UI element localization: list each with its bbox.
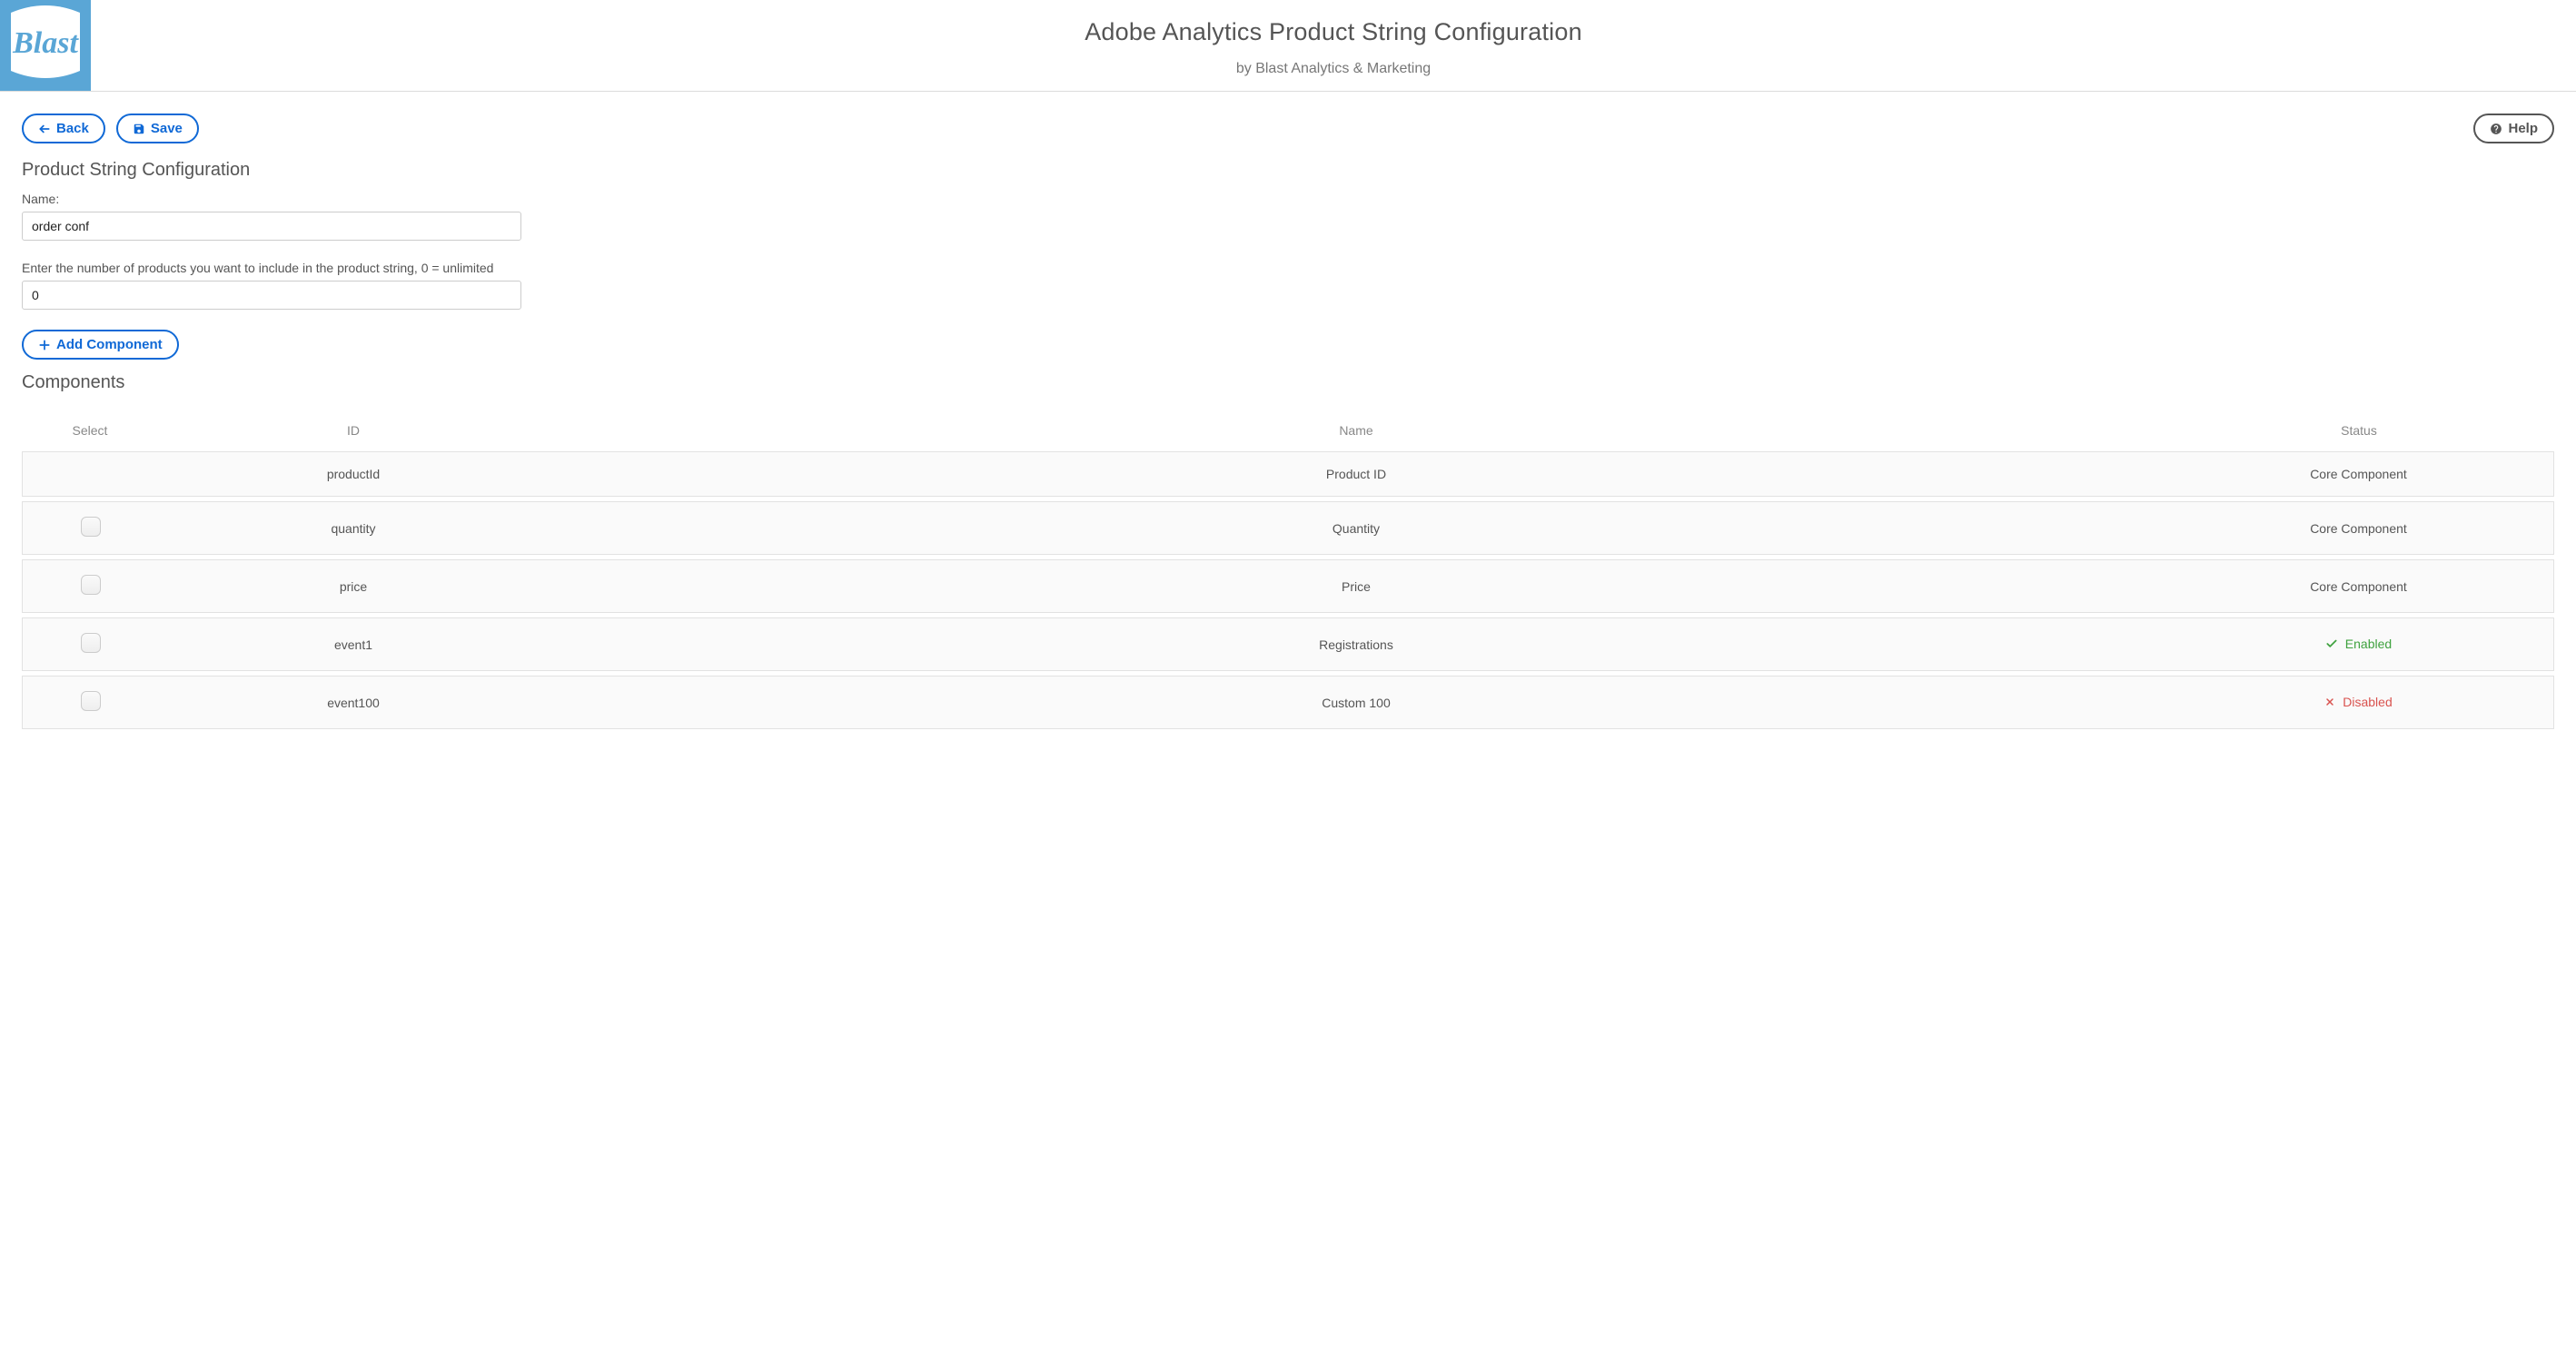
blast-logo-icon: Blast (0, 0, 91, 91)
back-button[interactable]: Back (22, 114, 105, 143)
add-component-label: Add Component (56, 338, 163, 351)
cell-id: price (158, 559, 549, 613)
product-count-input[interactable] (22, 281, 521, 310)
table-row: productIdProduct ID Core Component (22, 451, 2554, 497)
header-bar: Blast Adobe Analytics Product String Con… (0, 0, 2576, 92)
x-icon (2324, 696, 2335, 707)
cell-select (22, 501, 158, 555)
cell-name: Custom 100 (549, 676, 2164, 729)
header-titles: Adobe Analytics Product String Configura… (91, 2, 2576, 90)
save-icon (133, 123, 145, 135)
col-header-name: Name (549, 409, 2164, 447)
col-header-id: ID (158, 409, 549, 447)
name-input[interactable] (22, 212, 521, 241)
status-core: Core Component (2310, 579, 2407, 594)
toolbar: Back Save Help (22, 114, 2554, 143)
row-checkbox[interactable] (81, 691, 101, 711)
back-button-label: Back (56, 122, 89, 135)
components-table: Select ID Name Status productIdProduct I… (22, 404, 2554, 734)
cell-select (22, 559, 158, 613)
row-checkbox[interactable] (81, 575, 101, 595)
cell-select (22, 617, 158, 671)
cell-id: quantity (158, 501, 549, 555)
add-component-button[interactable]: Add Component (22, 330, 179, 360)
table-row: event1Registrations Enabled (22, 617, 2554, 671)
name-field-label: Name: (22, 192, 2554, 206)
save-button-label: Save (151, 122, 183, 135)
content-area: Back Save Help Product String Configurat… (0, 92, 2576, 756)
cell-name: Product ID (549, 451, 2164, 497)
cell-name: Quantity (549, 501, 2164, 555)
brand-logo: Blast (0, 0, 91, 91)
table-header-row: Select ID Name Status (22, 409, 2554, 447)
cell-status: Disabled (2164, 676, 2554, 729)
col-header-status: Status (2164, 409, 2554, 447)
page-subtitle: by Blast Analytics & Marketing (91, 61, 2576, 77)
status-disabled: Disabled (2324, 695, 2392, 709)
cell-status: Core Component (2164, 559, 2554, 613)
help-button[interactable]: Help (2473, 114, 2554, 143)
cell-name: Registrations (549, 617, 2164, 671)
row-checkbox[interactable] (81, 633, 101, 653)
cell-select (22, 451, 158, 497)
config-section-heading: Product String Configuration (22, 160, 2554, 181)
cell-name: Price (549, 559, 2164, 613)
page-title: Adobe Analytics Product String Configura… (91, 18, 2576, 46)
product-count-label: Enter the number of products you want to… (22, 261, 2554, 275)
status-enabled: Enabled (2325, 637, 2392, 651)
cell-status: Core Component (2164, 451, 2554, 497)
table-row: quantityQuantity Core Component (22, 501, 2554, 555)
components-section-heading: Components (22, 372, 2554, 393)
question-icon (2490, 123, 2502, 135)
plus-icon (38, 339, 51, 351)
cell-id: event1 (158, 617, 549, 671)
row-checkbox[interactable] (81, 517, 101, 537)
table-row: event100Custom 100 Disabled (22, 676, 2554, 729)
cell-status: Enabled (2164, 617, 2554, 671)
cell-id: productId (158, 451, 549, 497)
status-text: Disabled (2343, 695, 2392, 709)
table-row: pricePrice Core Component (22, 559, 2554, 613)
cell-id: event100 (158, 676, 549, 729)
cell-select (22, 676, 158, 729)
status-core: Core Component (2310, 521, 2407, 536)
cell-status: Core Component (2164, 501, 2554, 555)
status-text: Enabled (2345, 637, 2392, 651)
arrow-left-icon (38, 123, 51, 135)
save-button[interactable]: Save (116, 114, 199, 143)
status-core: Core Component (2310, 467, 2407, 481)
check-icon (2325, 637, 2338, 650)
help-button-label: Help (2508, 122, 2538, 135)
col-header-select: Select (22, 409, 158, 447)
logo-text: Blast (12, 26, 79, 60)
